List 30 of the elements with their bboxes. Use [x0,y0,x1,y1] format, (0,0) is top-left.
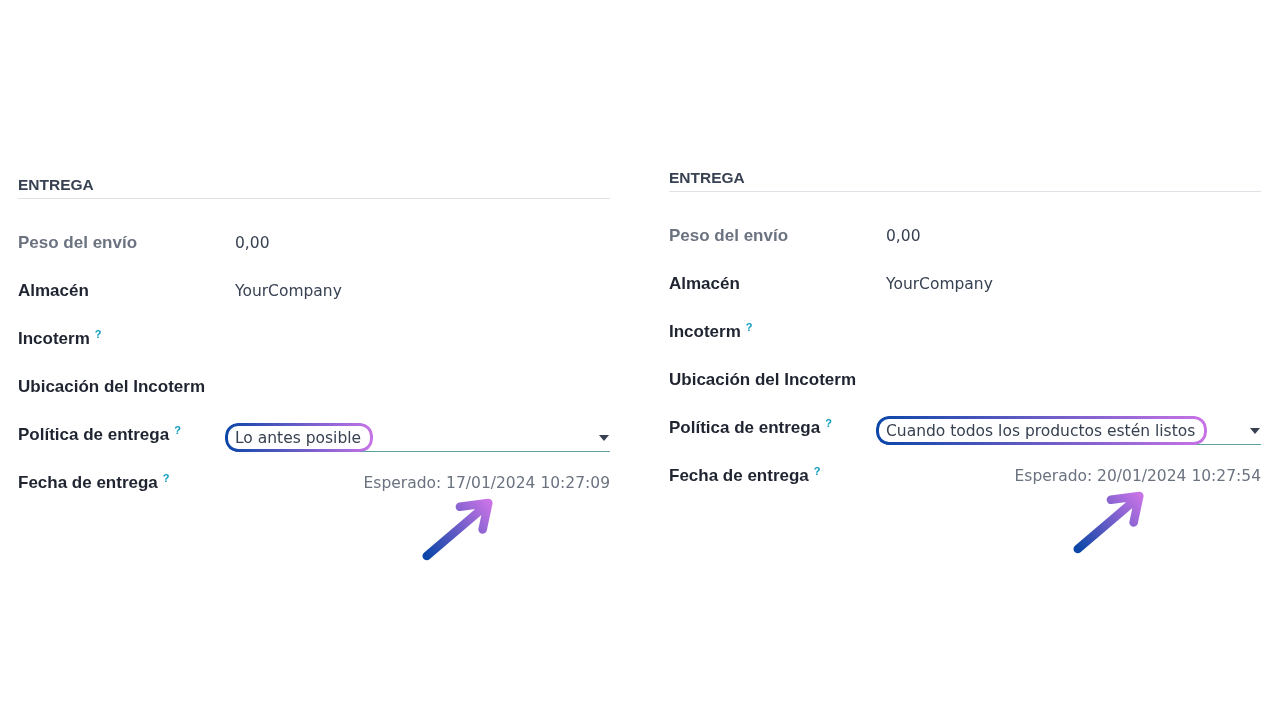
select-field[interactable]: Lo antes posible [235,426,610,452]
field-value: YourCompany [886,275,993,293]
caret-icon [1250,427,1260,434]
field-value: 0,00 [235,234,270,252]
field-label: Incoterm [18,328,90,350]
field-label: Política de entrega [18,424,170,446]
help-mark[interactable]: ? [162,472,170,484]
section-heading: ENTREGA [18,175,94,195]
help-mark[interactable]: ? [745,321,753,333]
field-value: YourCompany [235,282,342,300]
field-label: Ubicación del Incoterm [669,369,857,391]
field-value: 0,00 [886,227,921,245]
section-heading: ENTREGA [669,168,745,188]
field-label: Fecha de entrega [669,465,809,487]
help-mark[interactable]: ? [825,417,832,429]
field-label: Política de entrega [669,417,821,439]
help-mark[interactable]: ? [813,465,821,477]
date-text: Esperado: 17/01/2024 10:27:09 [363,474,610,492]
help-mark[interactable]: ? [94,328,102,340]
field-label: Fecha de entrega [18,472,158,494]
field-label: Peso del envío [18,232,138,254]
field-label: Almacén [18,280,89,302]
field-label: Peso del envío [669,225,789,247]
select-field[interactable]: Cuando todos los productos estén listos [886,419,1261,445]
help-mark[interactable]: ? [174,424,181,436]
field-label: Almacén [669,273,740,295]
field-label: Incoterm [669,321,741,343]
date-text: Esperado: 20/01/2024 10:27:54 [1014,467,1261,485]
field-label: Ubicación del Incoterm [18,376,206,398]
caret-icon [599,434,609,441]
